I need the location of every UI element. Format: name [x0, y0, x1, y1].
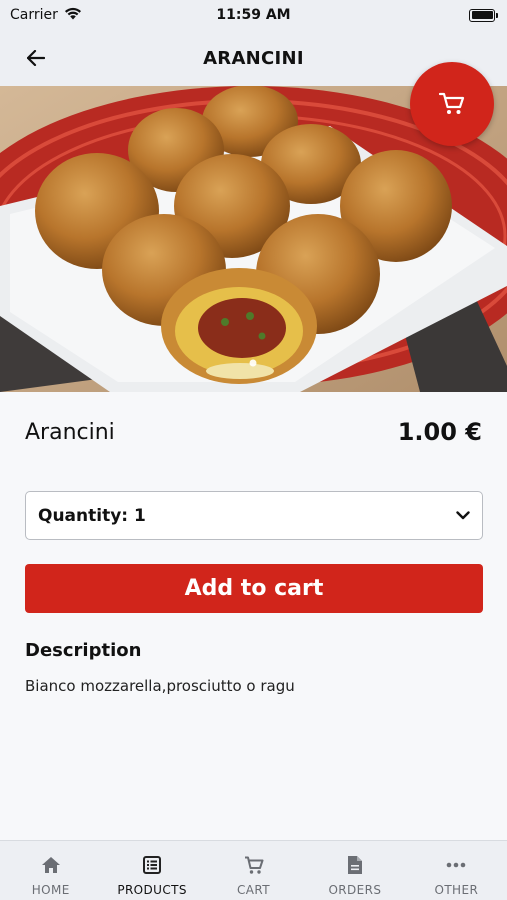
tab-label: PRODUCTS: [117, 883, 187, 897]
carrier-label: Carrier: [10, 7, 58, 23]
more-icon: [445, 854, 467, 876]
status-left: Carrier: [10, 7, 82, 24]
tab-label: CART: [237, 883, 270, 897]
tab-cart[interactable]: CART: [203, 841, 304, 900]
product-name: Arancini: [25, 420, 115, 445]
tab-products[interactable]: PRODUCTS: [101, 841, 202, 900]
back-button[interactable]: [22, 44, 50, 72]
cart-icon: [243, 854, 265, 876]
list-icon: [141, 854, 163, 876]
page-title: ARANCINI: [203, 47, 304, 69]
tab-label: HOME: [31, 883, 70, 897]
product-price: 1.00 €: [397, 418, 482, 446]
tab-label: ORDERS: [328, 883, 382, 897]
tab-home[interactable]: HOME: [0, 841, 101, 900]
description-text: Bianco mozzarella,prosciutto o ragu: [25, 677, 295, 695]
cart-icon: [439, 92, 465, 114]
add-to-cart-button[interactable]: Add to cart: [25, 564, 483, 613]
description-heading: Description: [25, 640, 142, 661]
home-icon: [40, 854, 62, 876]
cart-fab-button[interactable]: [410, 62, 494, 146]
tab-label: OTHER: [434, 883, 479, 897]
battery-icon: [469, 8, 498, 22]
bottom-tab-bar: HOME PRODUCTS CART ORDERS OTHER: [0, 840, 507, 900]
tab-other[interactable]: OTHER: [406, 841, 507, 900]
status-bar: Carrier 11:59 AM: [0, 0, 507, 30]
document-icon: [344, 854, 366, 876]
quantity-label: Quantity: 1: [38, 505, 146, 526]
tab-orders[interactable]: ORDERS: [304, 841, 405, 900]
quantity-select[interactable]: Quantity: 1: [25, 491, 483, 540]
chevron-down-icon: [456, 511, 470, 520]
arrow-left-icon: [27, 50, 45, 66]
wifi-icon: [64, 7, 82, 24]
